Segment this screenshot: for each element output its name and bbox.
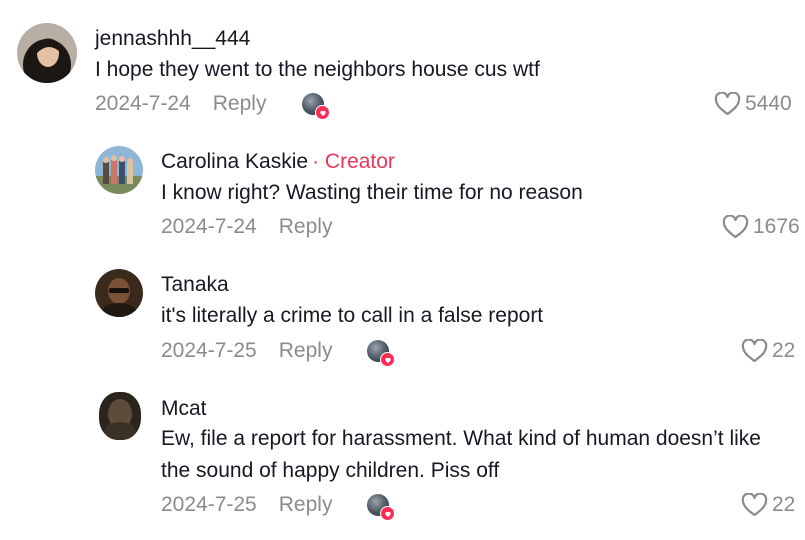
- like-count: 1676: [753, 215, 800, 238]
- like-button[interactable]: 22: [741, 338, 795, 364]
- comment-text: I know right? Wasting their time for no …: [161, 181, 583, 204]
- heart-icon[interactable]: [722, 215, 749, 239]
- username[interactable]: jennashhh__444: [95, 26, 250, 52]
- avatar[interactable]: [95, 146, 143, 194]
- heart-badge-icon: [315, 105, 330, 120]
- username[interactable]: Mcat: [161, 396, 207, 422]
- reply-button[interactable]: Reply: [279, 493, 333, 516]
- avatar[interactable]: [17, 23, 77, 83]
- reply-button[interactable]: Reply: [279, 215, 333, 238]
- comment-meta: 2024-7-25 Reply: [161, 492, 332, 518]
- username[interactable]: Tanaka: [161, 272, 229, 298]
- avatar[interactable]: [95, 269, 143, 317]
- like-count: 5440: [745, 92, 792, 115]
- creator-liked-avatar: [367, 494, 395, 521]
- reply-button[interactable]: Reply: [279, 339, 333, 362]
- creator-liked-avatar: [367, 340, 395, 367]
- comment-text: it's literally a crime to call in a fals…: [161, 304, 544, 327]
- comment-date: 2024-7-24: [95, 92, 191, 115]
- comment-text: I hope they went to the neighbors house …: [95, 58, 540, 81]
- like-button[interactable]: 1676: [722, 214, 800, 240]
- comment-date: 2024-7-25: [161, 493, 257, 516]
- username[interactable]: Carolina Kaskie · Creator: [161, 149, 395, 175]
- heart-badge-icon: [380, 352, 395, 367]
- like-count: 22: [772, 493, 796, 516]
- heart-icon[interactable]: [741, 339, 768, 363]
- comment-text-line: the sound of happy children. Piss off: [161, 459, 500, 482]
- creator-liked-avatar: [302, 93, 330, 120]
- username-text[interactable]: Mcat: [161, 397, 207, 420]
- username-text[interactable]: Tanaka: [161, 273, 229, 296]
- heart-badge-icon: [380, 506, 395, 521]
- username-text[interactable]: Carolina Kaskie: [161, 150, 308, 173]
- reply-button[interactable]: Reply: [213, 92, 267, 115]
- like-button[interactable]: 22: [741, 492, 795, 518]
- comment-date: 2024-7-24: [161, 215, 257, 238]
- comment-text: Ew, file a report for harassment. What k…: [161, 423, 801, 487]
- heart-icon[interactable]: [714, 92, 741, 116]
- creator-badge: · Creator: [312, 150, 395, 173]
- comment-meta: 2024-7-25 Reply: [161, 338, 332, 364]
- like-count: 22: [772, 339, 796, 362]
- comment-meta: 2024-7-24 Reply: [161, 214, 332, 240]
- like-button[interactable]: 5440: [714, 91, 792, 117]
- comment-date: 2024-7-25: [161, 339, 257, 362]
- heart-icon[interactable]: [741, 493, 768, 517]
- avatar[interactable]: [99, 392, 141, 440]
- username-text[interactable]: jennashhh__444: [95, 27, 250, 50]
- comment-text-line: Ew, file a report for harassment. What k…: [161, 427, 761, 450]
- comment-meta: 2024-7-24 Reply: [95, 91, 266, 117]
